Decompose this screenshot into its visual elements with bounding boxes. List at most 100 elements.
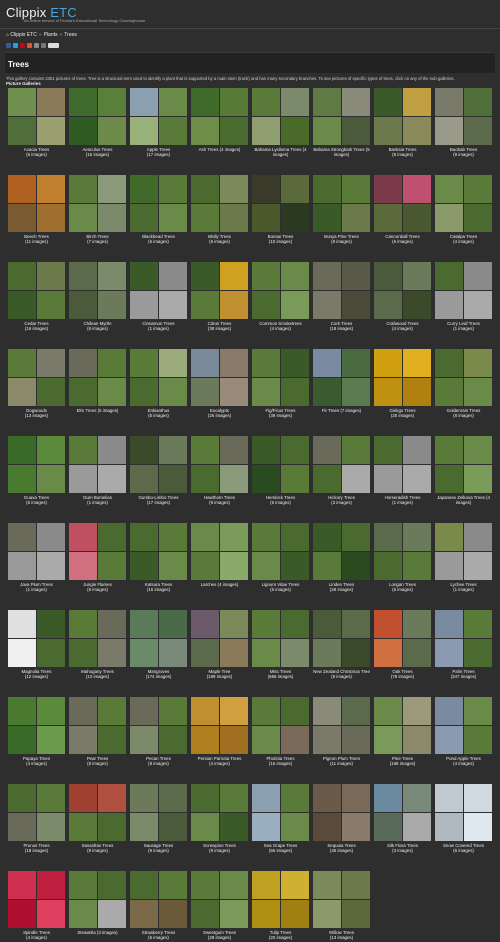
gallery-thumbnail[interactable] bbox=[313, 610, 370, 667]
gallery-caption[interactable]: Sequoia Trees (45 images) bbox=[313, 841, 370, 853]
gallery-card[interactable]: Crabwood Trees (4 images) bbox=[374, 262, 431, 348]
gallery-caption[interactable]: Oak Trees (78 images) bbox=[374, 667, 431, 679]
gallery-thumbnail[interactable] bbox=[313, 175, 370, 232]
gallery-card[interactable]: Lychee Trees (1 images) bbox=[435, 523, 492, 609]
gallery-card[interactable]: Screwpine Trees (9 images) bbox=[191, 784, 248, 870]
gallery-thumbnail[interactable] bbox=[191, 436, 248, 493]
gallery-thumbnail[interactable] bbox=[374, 262, 431, 319]
gallery-caption[interactable]: Chilean Myrtle (6 images) bbox=[69, 319, 126, 331]
gallery-card[interactable]: Larches (4 images) bbox=[191, 523, 248, 609]
gallery-thumbnail[interactable] bbox=[8, 349, 65, 406]
gallery-card[interactable]: Fig/Ficus Trees (39 images) bbox=[252, 349, 309, 435]
gallery-thumbnail[interactable] bbox=[252, 610, 309, 667]
gallery-caption[interactable]: Lychee Trees (1 images) bbox=[435, 580, 492, 592]
gallery-card[interactable]: Prunus Trees (18 images) bbox=[8, 784, 65, 870]
gallery-card[interactable]: Citrus Trees (38 images) bbox=[191, 262, 248, 348]
gallery-card[interactable]: Katsura Trees (15 images) bbox=[130, 523, 187, 609]
gallery-card[interactable]: Cedar Trees (16 images) bbox=[8, 262, 65, 348]
gallery-caption[interactable]: Linden Trees (28 images) bbox=[313, 580, 370, 592]
gallery-thumbnail[interactable] bbox=[191, 610, 248, 667]
gallery-card[interactable]: Sea Grape Trees (55 images) bbox=[252, 784, 309, 870]
gallery-caption[interactable]: Photinia Trees (15 images) bbox=[252, 754, 309, 766]
gallery-thumbnail[interactable] bbox=[374, 349, 431, 406]
gallery-thumbnail[interactable] bbox=[252, 349, 309, 406]
gallery-card[interactable]: Acacia Trees (6 images) bbox=[8, 88, 65, 174]
pinterest-icon[interactable] bbox=[20, 43, 25, 48]
gallery-caption[interactable]: Japanese Zelkova Trees (4 images) bbox=[435, 493, 492, 505]
gallery-card[interactable]: Beech Trees (11 images) bbox=[8, 175, 65, 261]
gallery-card[interactable]: Gum Bumelias (1 images) bbox=[69, 436, 126, 522]
gallery-thumbnail[interactable] bbox=[313, 784, 370, 841]
gallery-caption[interactable]: Gumbo-Limbo Trees (17 images) bbox=[130, 493, 187, 505]
gallery-thumbnail[interactable] bbox=[130, 871, 187, 928]
gallery-card[interactable]: Blolly Trees (5 images) bbox=[191, 175, 248, 261]
gallery-thumbnail[interactable] bbox=[130, 262, 187, 319]
gallery-thumbnail[interactable] bbox=[8, 262, 65, 319]
gallery-thumbnail[interactable] bbox=[8, 784, 65, 841]
gallery-caption[interactable]: Citrus Trees (38 images) bbox=[191, 319, 248, 331]
gallery-caption[interactable]: Snow Covered Trees (6 images) bbox=[435, 841, 492, 853]
gallery-thumbnail[interactable] bbox=[435, 784, 492, 841]
gallery-thumbnail[interactable] bbox=[252, 697, 309, 754]
gallery-thumbnail[interactable] bbox=[435, 610, 492, 667]
gallery-caption[interactable]: Papaya Trees (4 images) bbox=[8, 754, 65, 766]
gallery-thumbnail[interactable] bbox=[435, 175, 492, 232]
gallery-caption[interactable]: Bonsai Trees (10 images) bbox=[252, 232, 309, 244]
gallery-caption[interactable]: Prunus Trees (18 images) bbox=[8, 841, 65, 853]
gallery-thumbnail[interactable] bbox=[374, 436, 431, 493]
gallery-caption[interactable]: Crabwood Trees (4 images) bbox=[374, 319, 431, 331]
gallery-card[interactable]: Eucalypts (26 images) bbox=[191, 349, 248, 435]
gallery-card[interactable]: Hickory Trees (3 images) bbox=[313, 436, 370, 522]
gallery-card[interactable]: Jungle Flames (6 images) bbox=[69, 523, 126, 609]
gallery-caption[interactable]: Longan Trees (6 images) bbox=[374, 580, 431, 592]
gallery-thumbnail[interactable] bbox=[435, 436, 492, 493]
gallery-caption[interactable]: Blackbead Trees (5 images) bbox=[130, 232, 187, 244]
gallery-card[interactable]: Japanese Zelkova Trees (4 images) bbox=[435, 436, 492, 522]
gallery-caption[interactable]: Eucalypts (26 images) bbox=[191, 406, 248, 418]
gallery-thumbnail[interactable] bbox=[313, 349, 370, 406]
gallery-thumbnail[interactable] bbox=[191, 784, 248, 841]
gallery-thumbnail[interactable] bbox=[69, 697, 126, 754]
share-count-icon[interactable] bbox=[48, 43, 59, 48]
gallery-card[interactable]: Banksia Trees (8 images) bbox=[374, 88, 431, 174]
gallery-thumbnail[interactable] bbox=[69, 349, 126, 406]
gallery-card[interactable]: Gumbo-Limbo Trees (17 images) bbox=[130, 436, 187, 522]
gallery-thumbnail[interactable] bbox=[191, 88, 248, 145]
gallery-card[interactable]: Bunya Pine Trees (8 images) bbox=[313, 175, 370, 261]
gallery-card[interactable]: Elm Trees (5 images) bbox=[69, 349, 126, 435]
gallery-card[interactable]: Misc Trees (656 images) bbox=[252, 610, 309, 696]
gallery-caption[interactable]: Willow Trees (13 images) bbox=[313, 928, 370, 940]
gallery-thumbnail[interactable] bbox=[374, 88, 431, 145]
gallery-card[interactable]: Cork Trees (18 images) bbox=[313, 262, 370, 348]
gallery-caption[interactable]: Catalpa Trees (4 images) bbox=[435, 232, 492, 244]
gallery-thumbnail[interactable] bbox=[313, 88, 370, 145]
gallery-thumbnail[interactable] bbox=[130, 523, 187, 580]
email-icon[interactable] bbox=[27, 43, 32, 48]
gallery-card[interactable]: Tulip Trees (20 images) bbox=[252, 871, 309, 942]
gallery-thumbnail[interactable] bbox=[130, 349, 187, 406]
gallery-caption[interactable]: Cinnamon Trees (1 images) bbox=[130, 319, 187, 331]
gallery-card[interactable]: Cinnamon Trees (1 images) bbox=[130, 262, 187, 348]
gallery-caption[interactable]: Stewartia (3 images) bbox=[69, 928, 126, 935]
gallery-card[interactable]: Fir Trees (7 images) bbox=[313, 349, 370, 435]
gallery-card[interactable]: Baobab Trees (9 images) bbox=[435, 88, 492, 174]
gallery-card[interactable]: Photinia Trees (15 images) bbox=[252, 697, 309, 783]
gallery-caption[interactable]: Gum Bumelias (1 images) bbox=[69, 493, 126, 505]
facebook-icon[interactable] bbox=[6, 43, 11, 48]
gallery-thumbnail[interactable] bbox=[313, 262, 370, 319]
gallery-card[interactable]: Java Plum Trees (1 images) bbox=[8, 523, 65, 609]
gallery-card[interactable]: Cannonball Trees (6 images) bbox=[374, 175, 431, 261]
gallery-thumbnail[interactable] bbox=[435, 88, 492, 145]
gallery-card[interactable]: Pine Trees (168 images) bbox=[374, 697, 431, 783]
gallery-caption[interactable]: Enkianthus (5 images) bbox=[130, 406, 187, 418]
gallery-thumbnail[interactable] bbox=[435, 349, 492, 406]
breadcrumb-link-plants[interactable]: Plants bbox=[44, 32, 58, 38]
gallery-card[interactable]: Maple Tree (189 images) bbox=[191, 610, 248, 696]
gallery-caption[interactable]: Mangroves (174 images) bbox=[130, 667, 187, 679]
gallery-caption[interactable]: Maple Tree (189 images) bbox=[191, 667, 248, 679]
gallery-card[interactable]: Lignum Vitae Trees (6 images) bbox=[252, 523, 309, 609]
gallery-card[interactable]: Pond Apple Trees (4 images) bbox=[435, 697, 492, 783]
gallery-thumbnail[interactable] bbox=[8, 871, 65, 928]
gallery-thumbnail[interactable] bbox=[8, 175, 65, 232]
gallery-caption[interactable]: Spindle Trees (4 images) bbox=[8, 928, 65, 940]
